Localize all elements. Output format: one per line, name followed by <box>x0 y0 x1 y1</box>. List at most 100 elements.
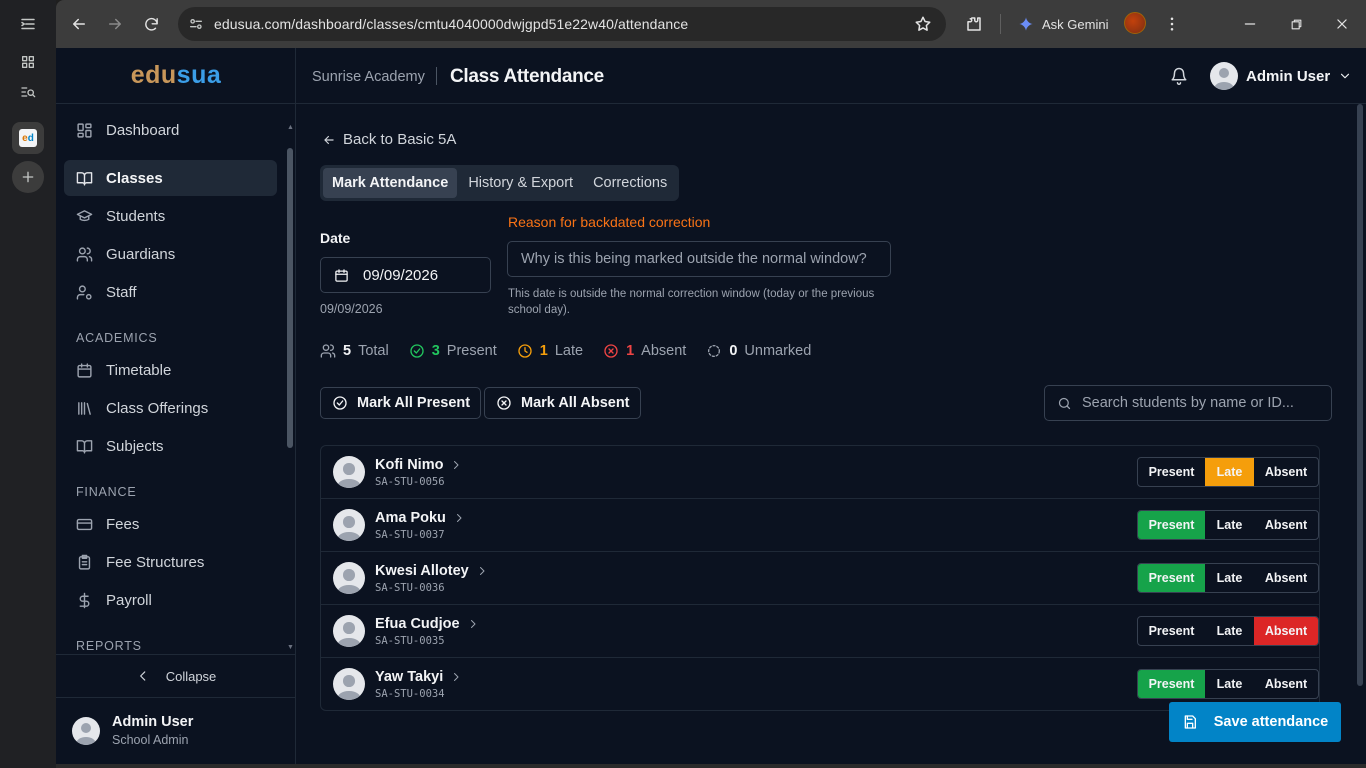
mark-all-absent-label: Mark All Absent <box>521 395 630 411</box>
status-absent-button[interactable]: Absent <box>1254 458 1318 486</box>
chevron-right-icon <box>454 461 459 469</box>
stat-present: 3 Present <box>409 343 497 359</box>
status-present-button[interactable]: Present <box>1138 511 1205 539</box>
student-list: Kofi Nimo SA-STU-0056 Present Late Absent Ama… <box>320 445 1320 711</box>
reason-input[interactable] <box>507 241 891 277</box>
edusua-logo[interactable]: edu sua <box>56 48 296 104</box>
status-present-button[interactable]: Present <box>1138 458 1205 486</box>
search-input[interactable] <box>1082 395 1322 411</box>
tab-search-icon[interactable] <box>12 76 44 108</box>
status-late-button[interactable]: Late <box>1205 458 1254 486</box>
sidebar-item-fee-structures[interactable]: Fee Structures <box>64 544 277 580</box>
user-name: Admin User <box>112 714 194 730</box>
date-subtext: 09/09/2026 <box>320 302 383 316</box>
calendar-icon <box>335 268 348 282</box>
sidebar-item-staff[interactable]: Staff <box>64 274 277 310</box>
status-present-button[interactable]: Present <box>1138 564 1205 592</box>
back-link[interactable]: Back to Basic 5A <box>322 131 456 148</box>
student-name-link[interactable]: Ama Poku <box>375 510 465 526</box>
mark-all-present-label: Mark All Present <box>357 395 471 411</box>
notifications-bell-icon[interactable] <box>1170 67 1188 85</box>
student-avatar <box>333 668 365 700</box>
tab-history-export[interactable]: History & Export <box>459 168 582 198</box>
bookmark-star-icon[interactable] <box>914 15 932 33</box>
sidebar-item-students[interactable]: Students <box>64 198 277 234</box>
attendance-status-toggle: Present Late Absent <box>1137 563 1319 593</box>
status-late-button[interactable]: Late <box>1205 564 1254 592</box>
status-present-button[interactable]: Present <box>1138 617 1205 645</box>
breadcrumb-divider <box>436 67 437 85</box>
student-search[interactable] <box>1044 385 1332 421</box>
restore-icon[interactable] <box>1284 12 1308 36</box>
back-arrow-icon[interactable] <box>67 12 91 36</box>
main-scrollbar[interactable] <box>1357 104 1363 686</box>
scroll-down-arrow[interactable]: ▼ <box>287 644 294 651</box>
more-menu-icon[interactable] <box>1160 12 1184 36</box>
status-absent-button[interactable]: Absent <box>1254 511 1318 539</box>
status-absent-button[interactable]: Absent <box>1254 670 1318 698</box>
site-info-icon[interactable] <box>188 16 204 32</box>
sidebar-item-payroll[interactable]: Payroll <box>64 582 277 618</box>
student-name-link[interactable]: Kwesi Allotey <box>375 563 488 579</box>
date-label: Date <box>320 230 351 246</box>
status-present-button[interactable]: Present <box>1138 670 1205 698</box>
browser-profile-avatar[interactable] <box>1124 12 1146 34</box>
sidebar-item-subjects[interactable]: Subjects <box>64 428 277 464</box>
sidebar-item-fees[interactable]: Fees <box>64 506 277 542</box>
window-bottom-edge <box>56 764 1366 768</box>
ask-gemini-label: Ask Gemini <box>1042 16 1109 32</box>
address-bar[interactable]: edusua.com/dashboard/classes/cmtu4040000… <box>178 7 946 41</box>
status-late-button[interactable]: Late <box>1205 617 1254 645</box>
tab-mark-attendance[interactable]: Mark Attendance <box>323 168 458 198</box>
arrow-left-icon <box>324 135 334 144</box>
book-open-icon <box>76 439 93 454</box>
header-user-menu[interactable]: Admin User <box>1210 62 1352 90</box>
student-name-link[interactable]: Yaw Takyi <box>375 669 462 685</box>
tab-corrections[interactable]: Corrections <box>584 168 676 198</box>
student-name: Efua Cudjoe <box>375 616 460 632</box>
collapse-label: Collapse <box>165 668 217 684</box>
sidebar-item-label: Timetable <box>106 361 172 379</box>
sidebar-toggle-icon[interactable] <box>12 8 44 40</box>
reload-icon[interactable] <box>139 12 163 36</box>
student-name-link[interactable]: Kofi Nimo <box>375 457 462 473</box>
mark-all-present-button[interactable]: Mark All Present <box>320 387 482 419</box>
sidebar-item-dashboard[interactable]: Dashboard <box>64 112 277 148</box>
extensions-icon[interactable] <box>962 12 986 36</box>
sidebar-user-card[interactable]: Admin User School Admin <box>72 714 193 747</box>
status-absent-button[interactable]: Absent <box>1254 617 1318 645</box>
breadcrumb-school[interactable]: Sunrise Academy <box>312 69 425 85</box>
header-user-name: Admin User <box>1246 67 1331 85</box>
new-tab-icon[interactable] <box>12 161 44 193</box>
dashed-circle-icon <box>708 345 721 357</box>
edusua-tab-favicon[interactable]: ed <box>12 122 44 154</box>
status-late-button[interactable]: Late <box>1205 511 1254 539</box>
scroll-up-arrow[interactable]: ▲ <box>287 124 294 131</box>
sidebar-item-class-offerings[interactable]: Class Offerings <box>64 390 277 426</box>
sidebar-item-timetable[interactable]: Timetable <box>64 352 277 388</box>
minimize-icon[interactable] <box>1238 12 1262 36</box>
check-circle-icon <box>333 396 347 410</box>
save-attendance-button[interactable]: Save attendance <box>1169 702 1341 742</box>
stat-late: 1 Late <box>517 343 583 359</box>
sidebar-nav: Dashboard Classes Students Guardians Sta… <box>56 104 296 654</box>
tab-grid-icon[interactable] <box>12 46 44 78</box>
sidebar-item-classes[interactable]: Classes <box>64 160 277 196</box>
date-picker[interactable]: 09/09/2026 <box>320 257 491 293</box>
student-id: SA-STU-0034 <box>375 688 445 700</box>
attendance-status-toggle: Present Late Absent <box>1137 510 1319 540</box>
user-cog-icon <box>76 284 92 300</box>
dollar-sign-icon <box>79 592 90 608</box>
close-window-icon[interactable] <box>1330 12 1354 36</box>
mark-all-absent-button[interactable]: Mark All Absent <box>484 387 641 419</box>
status-late-button[interactable]: Late <box>1205 670 1254 698</box>
student-name-link[interactable]: Efua Cudjoe <box>375 616 479 632</box>
status-absent-button[interactable]: Absent <box>1254 564 1318 592</box>
ask-gemini-button[interactable]: Ask Gemini <box>1018 8 1108 40</box>
forward-arrow-icon[interactable] <box>103 12 127 36</box>
chevron-right-icon <box>479 567 485 575</box>
clock-icon <box>518 344 532 358</box>
sidebar-item-guardians[interactable]: Guardians <box>64 236 277 272</box>
collapse-button[interactable]: Collapse <box>56 654 296 698</box>
sidebar-scrollbar[interactable] <box>287 148 293 448</box>
